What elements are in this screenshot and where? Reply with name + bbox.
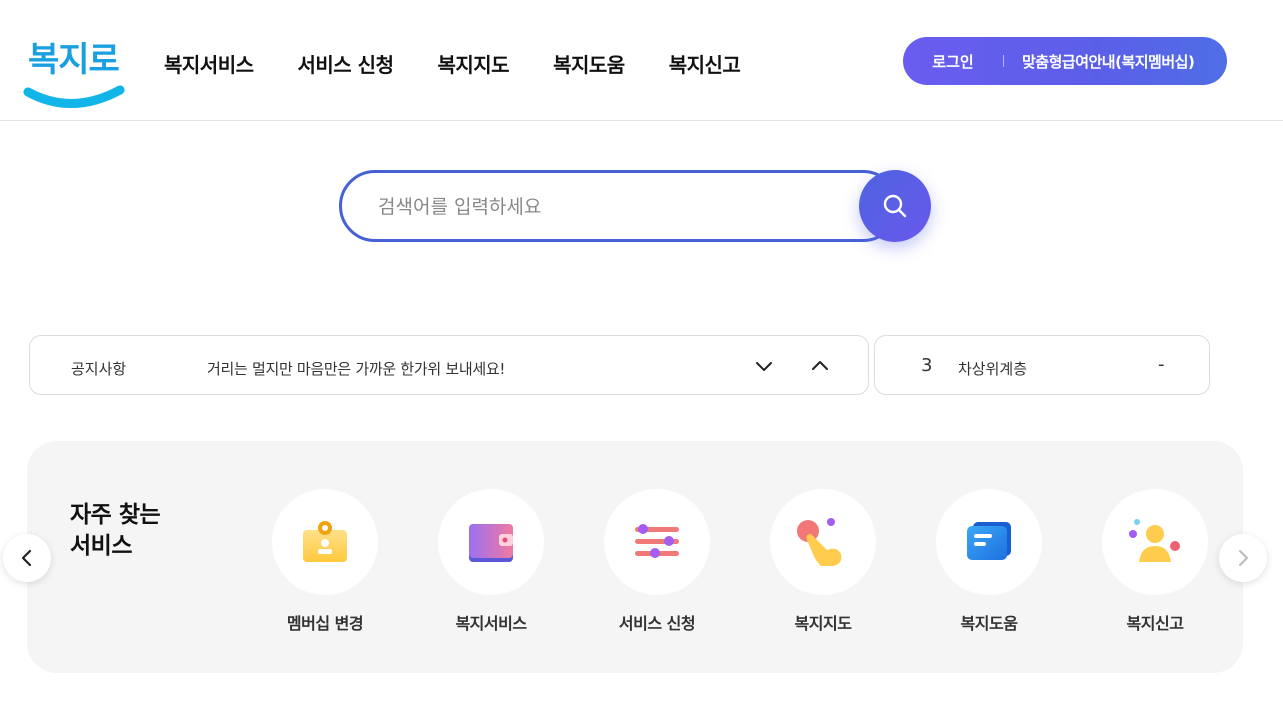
keyword-rank: 3 [921, 355, 933, 376]
service-label: 복지지도 [794, 614, 852, 633]
auth-bar: 로그인 맞춤형급여안내(복지멤버십) [903, 37, 1227, 85]
login-button[interactable]: 로그인 [903, 51, 1003, 72]
membership-card-icon [303, 521, 347, 562]
notice-text[interactable]: 거리는 멀지만 마음만은 가까운 한가위 보내세요! [207, 358, 505, 379]
service-label: 서비스 신청 [618, 614, 696, 633]
header: 복지로 복지서비스 서비스 신청 복지지도 복지도움 복지신고 로그인 맞춤형급… [0, 0, 1283, 121]
logo-text: 복지로 [28, 40, 120, 80]
frequent-services-title: 자주 찾는 서비스 [70, 500, 210, 562]
benefit-guide-button[interactable]: 맞춤형급여안내(복지멤버십) [1004, 51, 1195, 72]
search-button[interactable] [859, 170, 931, 242]
service-welfare-help[interactable]: 복지도움 [919, 489, 1059, 634]
search-bar [339, 170, 931, 242]
wallet-icon [469, 524, 513, 562]
sliders-icon [635, 524, 679, 558]
service-icon-circle [272, 489, 378, 595]
search-input[interactable] [378, 193, 838, 221]
chevron-up-icon[interactable] [808, 354, 832, 378]
nav-item-welfare-map[interactable]: 복지지도 [437, 49, 509, 78]
pointing-hand-icon [797, 518, 842, 566]
service-icon-circle [438, 489, 544, 595]
carousel-next-button[interactable] [1219, 534, 1267, 582]
nav-item-welfare-service[interactable]: 복지서비스 [164, 49, 254, 78]
search-icon [883, 194, 907, 218]
service-icon-circle [604, 489, 710, 595]
title-line-2: 서비스 [70, 533, 132, 559]
service-label: 멤버십 변경 [286, 614, 364, 633]
logo-swoosh-icon [23, 85, 125, 108]
service-label: 복지서비스 [455, 614, 527, 633]
keyword-change: - [1158, 354, 1165, 375]
popular-keyword[interactable]: 3 차상위계층 - [874, 335, 1210, 395]
main-nav: 복지서비스 서비스 신청 복지지도 복지도움 복지신고 [164, 49, 784, 78]
nav-item-welfare-report[interactable]: 복지신고 [669, 49, 741, 78]
logo[interactable]: 복지로 [22, 32, 126, 116]
chat-bubble-icon [967, 522, 1011, 560]
chevron-left-icon [21, 549, 32, 567]
person-icon [1129, 519, 1180, 562]
service-apply[interactable]: 서비스 신청 [587, 489, 727, 634]
chevron-right-icon [1239, 550, 1248, 566]
service-label: 복지도움 [960, 614, 1018, 633]
keyword-text: 차상위계층 [958, 360, 1028, 378]
nav-item-service-apply[interactable]: 서비스 신청 [298, 49, 394, 78]
service-label: 복지신고 [1126, 614, 1184, 633]
service-icon-circle [936, 489, 1042, 595]
notice-label: 공지사항 [71, 360, 127, 378]
service-membership-change[interactable]: 멤버십 변경 [255, 489, 395, 634]
service-welfare-report[interactable]: 복지신고 [1085, 489, 1225, 634]
service-icon-circle [770, 489, 876, 595]
title-line-1: 자주 찾는 [70, 502, 161, 528]
chevron-down-icon[interactable] [752, 354, 776, 378]
service-welfare-service[interactable]: 복지서비스 [421, 489, 561, 634]
service-icon-circle [1102, 489, 1208, 595]
search-box [339, 170, 899, 242]
notice-ticker: 공지사항 거리는 멀지만 마음만은 가까운 한가위 보내세요! [29, 335, 869, 395]
service-welfare-map[interactable]: 복지지도 [753, 489, 893, 634]
nav-item-welfare-help[interactable]: 복지도움 [553, 49, 625, 78]
carousel-prev-button[interactable] [3, 534, 51, 582]
frequent-services: 자주 찾는 서비스 멤버십 변경 복지서비스 서비스 신청 복지지도 복지도움 … [27, 441, 1243, 673]
